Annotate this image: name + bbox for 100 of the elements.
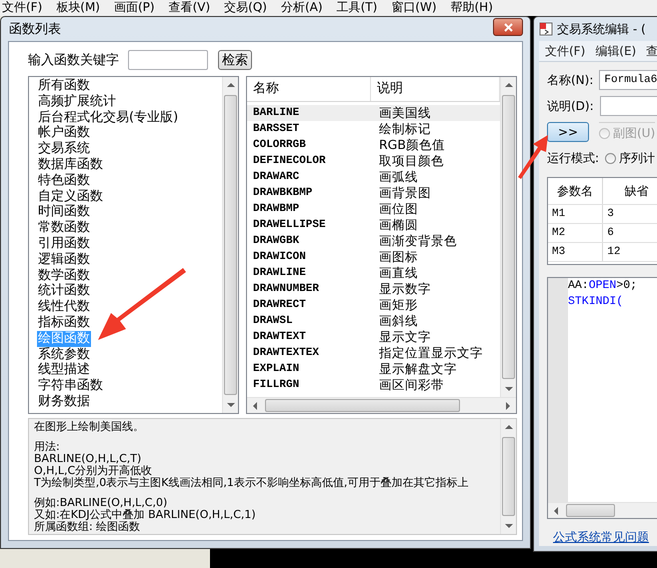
menu-item[interactable]: 文件(F) — [545, 42, 586, 60]
formula-icon — [539, 22, 553, 36]
category-item[interactable]: 自定义函数 — [37, 188, 104, 204]
radio-option[interactable]: 序列计 — [605, 150, 656, 166]
name-field[interactable]: Formula6 — [599, 70, 657, 90]
function-row[interactable]: DRAWRECT 画矩形 — [247, 297, 500, 313]
description-field[interactable] — [600, 96, 657, 116]
function-name: FILLRGN — [252, 378, 300, 393]
category-item[interactable]: 后台程式化交易(专业版) — [37, 110, 180, 126]
category-item[interactable]: 系统参数 — [37, 346, 91, 362]
category-item[interactable]: 帐户函数 — [37, 125, 91, 142]
menu-item[interactable]: 编辑(E) — [595, 42, 636, 60]
menu-item[interactable]: 画面(P) — [114, 0, 155, 16]
code-line: AA:OPEN>0; — [568, 278, 638, 294]
function-name: DRAWLINE — [252, 266, 307, 281]
function-row[interactable]: DRAWNUMBER 显示数字 — [247, 281, 500, 297]
column-header[interactable]: 名称 — [247, 77, 371, 101]
function-description: 画弧线 — [378, 169, 418, 185]
column-header: 缺省 — [603, 178, 657, 204]
function-row[interactable]: DRAWLINE 画直线 — [247, 265, 500, 281]
help-line: 又如:在KDJ公式中叠加 BARLINE(O,H,L,C,1) — [34, 509, 257, 521]
category-item[interactable]: 指标函数 — [37, 314, 91, 331]
function-name: DEFINECOLOR — [252, 154, 327, 169]
menu-item[interactable]: 工具(T) — [336, 0, 378, 16]
category-item[interactable]: 统计函数 — [37, 283, 91, 300]
category-item[interactable]: 常数函数 — [37, 220, 91, 236]
category-item[interactable]: 线型描述 — [37, 362, 91, 378]
menu-item[interactable]: 交易(Q) — [224, 0, 267, 16]
category-item[interactable]: 字符串函数 — [37, 378, 104, 394]
vertical-scrollbar[interactable] — [500, 419, 516, 534]
category-item[interactable]: 交易系统 — [37, 141, 91, 157]
horizontal-scrollbar[interactable] — [548, 502, 657, 518]
function-row[interactable]: DRAWARC 画弧线 — [247, 169, 500, 185]
horizontal-scrollbar[interactable] — [247, 397, 516, 413]
function-row[interactable]: DRAWTEXTEX 指定位置显示文字 — [247, 345, 500, 361]
function-description: 显示解盘文字 — [378, 361, 457, 377]
function-description: 指定位置显示文字 — [378, 345, 483, 361]
category-item[interactable]: 所有函数 — [37, 78, 91, 94]
category-item[interactable]: 数学函数 — [37, 268, 91, 284]
function-name: DRAWGBK — [252, 234, 300, 249]
function-row[interactable]: DRAWSL 画斜线 — [247, 313, 500, 329]
function-name: BARSSET — [252, 122, 300, 137]
function-description: RGB颜色值 — [378, 137, 445, 153]
function-description: 画位图 — [378, 201, 418, 217]
function-row[interactable]: DRAWGBK 画渐变背景色 — [247, 233, 500, 249]
code-editor[interactable]: AA:OPEN>0; STKINDI( — [547, 277, 657, 519]
window-title: 交易系统编辑 - ( — [557, 20, 646, 38]
expand-button[interactable]: >> — [547, 122, 589, 142]
category-item[interactable]: 线性代数 — [37, 299, 91, 315]
menu-item[interactable]: 分析(A) — [280, 0, 323, 16]
function-description: 画矩形 — [378, 297, 418, 313]
name-label: 名称(N): — [547, 72, 594, 88]
column-header: 参数名 — [548, 178, 604, 204]
category-item[interactable]: 时间函数 — [37, 204, 91, 220]
function-row[interactable]: DEFINECOLOR 取项目颜色 — [247, 153, 500, 169]
help-line: 例如:BARLINE(O,H,L,C,0) — [34, 497, 168, 509]
vertical-scrollbar[interactable] — [500, 77, 516, 397]
help-line: BARLINE(O,H,L,C,T) — [34, 453, 142, 465]
close-button[interactable] — [493, 18, 523, 36]
function-row[interactable]: EXPLAIN 显示解盘文字 — [247, 361, 500, 377]
table-cell: 12 — [603, 243, 657, 261]
menu-item[interactable]: 查看(V) — [168, 0, 210, 16]
function-row[interactable]: BARSSET 绘制标记 — [247, 121, 500, 137]
vertical-scrollbar[interactable] — [222, 77, 238, 413]
function-name: BARLINE — [252, 106, 300, 121]
category-item[interactable]: 逻辑函数 — [37, 252, 91, 268]
function-description: 画美国线 — [378, 105, 431, 121]
menu-item[interactable]: 窗口(W) — [391, 0, 436, 16]
function-name: DRAWTEXT — [252, 330, 307, 345]
help-link[interactable]: 公式系统常见问题 — [547, 523, 657, 546]
table-cell: M3 — [548, 243, 604, 261]
category-item[interactable]: 财务数据 — [37, 394, 91, 410]
function-row[interactable]: DRAWELLIPSE 画椭圆 — [247, 217, 500, 233]
function-name: EXPLAIN — [252, 362, 300, 377]
arrow-annotation — [518, 135, 548, 179]
table-cell: M2 — [548, 224, 604, 242]
function-row[interactable]: DRAWBMP 画位图 — [247, 201, 500, 217]
menu-item[interactable]: 文件(F) — [2, 0, 42, 16]
category-item[interactable]: 引用函数 — [37, 236, 91, 252]
search-field[interactable] — [128, 50, 208, 70]
category-item[interactable]: 高频扩展统计 — [37, 94, 117, 110]
table-cell: M1 — [548, 205, 604, 223]
function-row[interactable]: FILLRGN 画区间彩带 — [247, 377, 500, 393]
search-button[interactable]: 检索 — [218, 50, 252, 70]
menu-item[interactable]: 板块(M) — [56, 0, 100, 16]
function-row[interactable]: COLORRGB RGB颜色值 — [247, 137, 500, 153]
function-row[interactable]: DRAWTEXT 显示文字 — [247, 329, 500, 345]
function-name: DRAWRECT — [252, 298, 307, 313]
function-name: DRAWARC — [252, 170, 300, 185]
category-item[interactable]: 特色函数 — [37, 172, 91, 189]
function-description: 取项目颜色 — [378, 153, 444, 169]
run-mode-label: 运行模式: — [547, 150, 600, 166]
function-row[interactable]: DRAWBKBMP 画背景图 — [247, 185, 500, 201]
function-row[interactable]: DRAWICON 画图标 — [247, 249, 500, 265]
function-name: DRAWNUMBER — [252, 282, 320, 297]
function-row[interactable]: BARLINE 画美国线 — [247, 105, 500, 121]
menu-item[interactable]: 帮助(H) — [450, 0, 493, 16]
category-item[interactable]: 数据库函数 — [37, 156, 104, 173]
search-label: 输入函数关键字 — [28, 52, 119, 69]
function-description: 画渐变背景色 — [378, 233, 457, 249]
